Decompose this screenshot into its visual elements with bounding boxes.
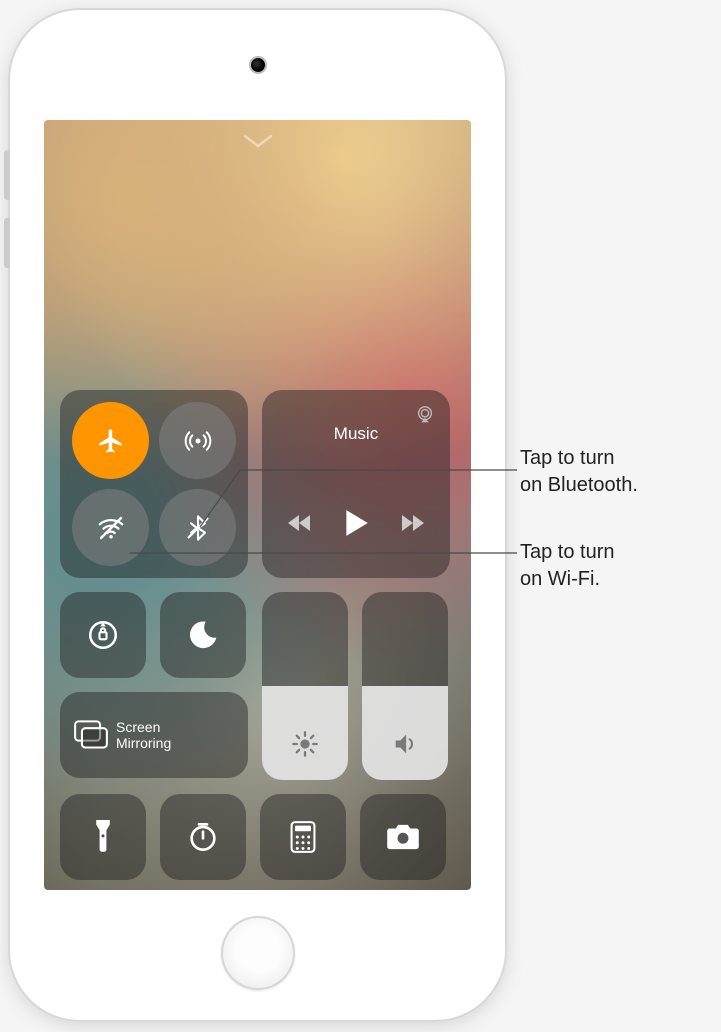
timer-button[interactable] xyxy=(160,794,246,880)
home-button[interactable] xyxy=(221,916,295,990)
orientation-lock-button[interactable] xyxy=(60,592,146,678)
media-module[interactable]: Music xyxy=(262,390,450,578)
orientation-lock-icon xyxy=(86,618,120,652)
control-center: Music xyxy=(60,390,455,890)
airdrop-button[interactable] xyxy=(159,402,236,479)
front-camera xyxy=(251,58,265,72)
timer-icon xyxy=(187,821,219,853)
wifi-button[interactable] xyxy=(72,489,149,566)
screen-mirroring-label: Screen Mirroring xyxy=(116,719,171,751)
flashlight-button[interactable] xyxy=(60,794,146,880)
airplane-mode-button[interactable] xyxy=(72,402,149,479)
airdrop-icon xyxy=(183,426,213,456)
calculator-icon xyxy=(290,821,316,853)
volume-icon xyxy=(391,730,419,758)
previous-track-icon[interactable] xyxy=(288,513,312,533)
volume-hardware xyxy=(4,150,10,286)
calculator-button[interactable] xyxy=(260,794,346,880)
do-not-disturb-icon xyxy=(187,619,219,651)
callout-bluetooth: Tap to turn on Bluetooth. xyxy=(520,445,638,499)
do-not-disturb-button[interactable] xyxy=(160,592,246,678)
callouts: Tap to turn on Bluetooth. Tap to turn on… xyxy=(520,445,638,633)
camera-icon xyxy=(386,823,420,851)
screen: Music xyxy=(44,120,471,890)
next-track-icon[interactable] xyxy=(400,513,424,533)
bluetooth-off-icon xyxy=(184,514,212,542)
volume-slider[interactable] xyxy=(362,592,448,780)
chevron-down-icon[interactable] xyxy=(243,134,273,150)
device-frame: Music xyxy=(10,10,505,1020)
media-title: Music xyxy=(276,424,436,444)
brightness-icon xyxy=(291,730,319,758)
airplay-icon[interactable] xyxy=(414,404,436,426)
brightness-slider[interactable] xyxy=(262,592,348,780)
play-icon[interactable] xyxy=(342,508,370,538)
wifi-off-icon xyxy=(96,513,126,543)
bluetooth-button[interactable] xyxy=(159,489,236,566)
callout-wifi: Tap to turn on Wi-Fi. xyxy=(520,539,638,593)
flashlight-icon xyxy=(92,820,114,854)
airplane-mode-icon xyxy=(97,427,125,455)
connectivity-module[interactable] xyxy=(60,390,248,578)
screen-mirroring-button[interactable]: Screen Mirroring xyxy=(60,692,248,778)
camera-button[interactable] xyxy=(360,794,446,880)
screen-mirroring-icon xyxy=(74,720,108,750)
